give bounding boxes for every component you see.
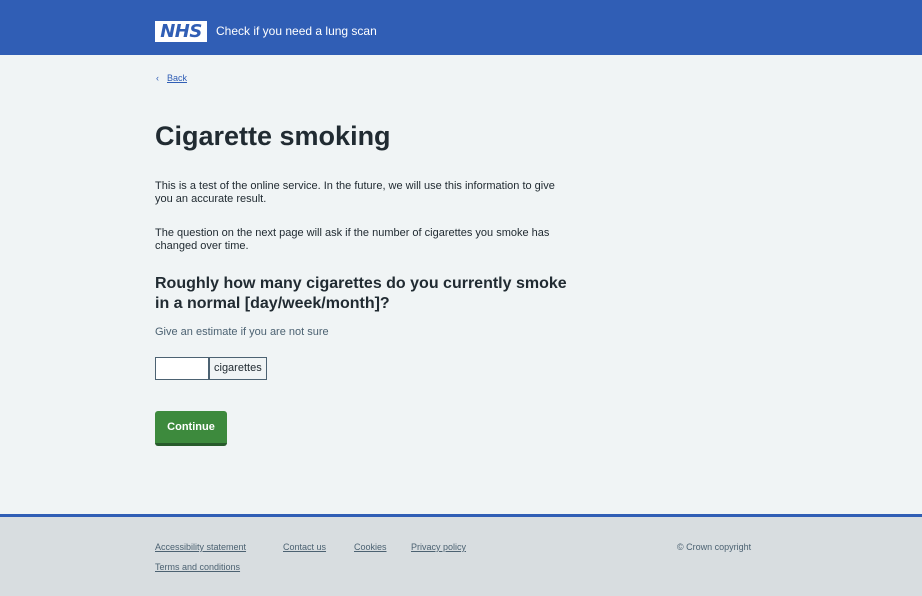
back-link-label: Back — [167, 73, 188, 83]
site-footer: Accessibility statement Contact us Cooki… — [0, 514, 922, 596]
copyright-notice: © Crown copyright — [677, 542, 752, 552]
nhs-logo[interactable]: NHS — [155, 21, 207, 42]
service-name[interactable]: Check if you need a lung scan — [216, 23, 377, 39]
footer-link-accessibility[interactable]: Accessibility statement — [155, 541, 246, 553]
question-heading: Roughly how many cigarettes do you curre… — [155, 275, 567, 312]
footer-link-terms[interactable]: Terms and conditions — [155, 561, 240, 573]
footer-link-contact[interactable]: Contact us — [283, 541, 326, 553]
input-suffix: cigarettes — [209, 357, 267, 380]
chevron-left-icon: ‹ — [156, 73, 159, 83]
continue-button[interactable]: Continue — [155, 411, 227, 446]
back-link[interactable]: ‹ Back — [156, 72, 187, 84]
cigarette-count-input[interactable] — [155, 357, 209, 380]
next-page-paragraph: The question on the next page will ask i… — [155, 227, 550, 252]
page-title: Cigarette smoking — [155, 121, 391, 151]
footer-link-privacy[interactable]: Privacy policy — [411, 541, 466, 553]
site-header: NHS Check if you need a lung scan — [0, 0, 922, 55]
hint-text: Give an estimate if you are not sure — [155, 326, 329, 338]
cigarette-count-group: cigarettes — [155, 357, 267, 380]
intro-paragraph: This is a test of the online service. In… — [155, 180, 555, 205]
footer-link-cookies[interactable]: Cookies — [354, 541, 387, 553]
